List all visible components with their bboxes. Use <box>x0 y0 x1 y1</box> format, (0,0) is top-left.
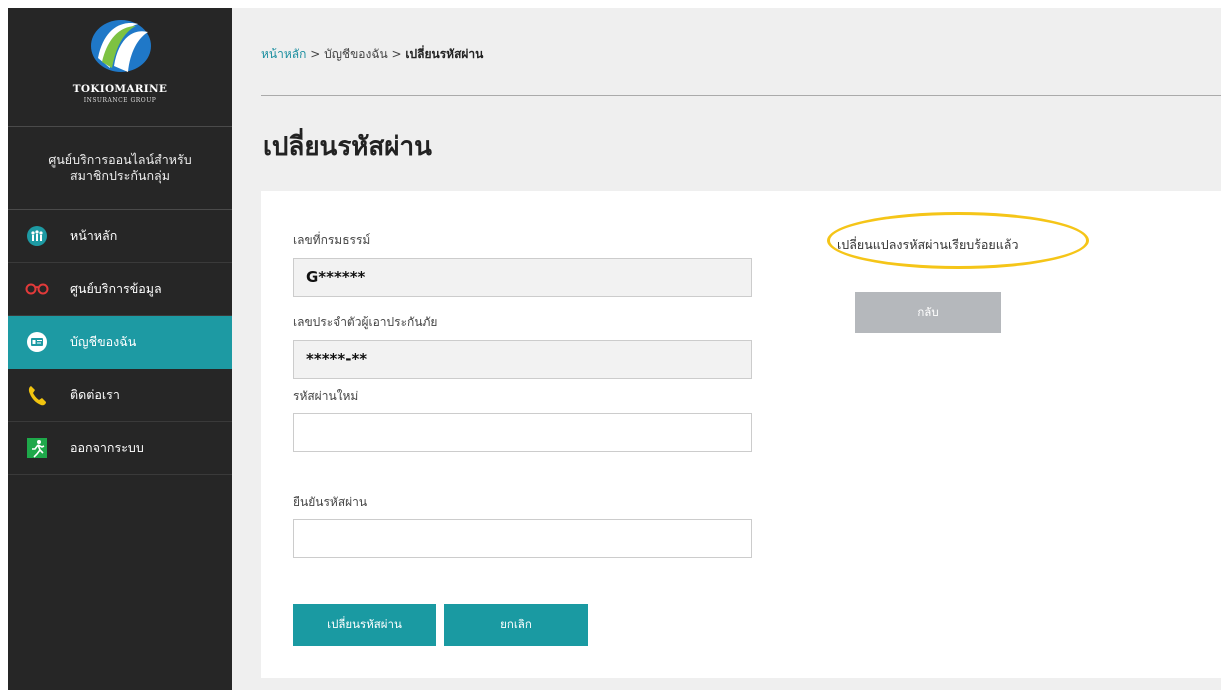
breadcrumb-current: เปลี่ยนรหัสผ่าน <box>405 47 484 61</box>
policy-number-field: G****** <box>293 258 752 297</box>
change-password-card: เลขที่กรมธรรม์ G****** เลขประจำตัวผู้เอา… <box>261 191 1221 678</box>
sidebar-item-label: บัญชีของฉัน <box>70 334 137 349</box>
breadcrumb: หน้าหลัก > บัญชีของฉัน > เปลี่ยนรหัสผ่าน <box>261 45 483 64</box>
confirm-password-input[interactable] <box>293 519 752 558</box>
service-center-title-line2: สมาชิกประกันกลุ่ม <box>70 168 170 183</box>
breadcrumb-home-link[interactable]: หน้าหลัก <box>261 47 306 61</box>
brand-group: INSURANCE GROUP <box>83 97 157 104</box>
glasses-icon <box>24 278 50 300</box>
service-center-title-line1: ศูนย์บริการออนไลน์สำหรับ <box>48 152 192 167</box>
breadcrumb-separator: > <box>387 47 406 61</box>
id-card-icon <box>24 331 50 353</box>
sidebar-item-info-center[interactable]: ศูนย์บริการข้อมูล <box>8 263 232 316</box>
people-icon <box>24 225 50 247</box>
sidebar-item-label: ติดต่อเรา <box>70 387 120 402</box>
new-password-input[interactable] <box>293 413 752 452</box>
insured-id-label: เลขประจำตัวผู้เอาประกันภัย <box>293 315 438 329</box>
sidebar-item-contact[interactable]: ติดต่อเรา <box>8 369 232 422</box>
policy-number-label: เลขที่กรมธรรม์ <box>293 233 371 247</box>
exit-icon <box>24 437 50 459</box>
phone-icon <box>24 384 50 406</box>
success-highlight-ellipse <box>827 212 1089 269</box>
service-center-title: ศูนย์บริการออนไลน์สำหรับ สมาชิกประกันกลุ… <box>8 127 232 209</box>
confirm-password-label: ยืนยันรหัสผ่าน <box>293 495 368 509</box>
sidebar-item-logout[interactable]: ออกจากระบบ <box>8 422 232 475</box>
cancel-button[interactable]: ยกเลิก <box>444 604 588 646</box>
back-button[interactable]: กลับ <box>855 292 1001 333</box>
insured-id-field: *****-** <box>293 340 752 379</box>
brand-name: TOKIOMARINE <box>72 83 168 95</box>
sidebar-item-label: ออกจากระบบ <box>70 440 144 455</box>
page-frame: TOKIOMARINE INSURANCE GROUP ศูนย์บริการอ… <box>8 8 1221 690</box>
sidebar-item-home[interactable]: หน้าหลัก <box>8 210 232 263</box>
sidebar: TOKIOMARINE INSURANCE GROUP ศูนย์บริการอ… <box>8 8 232 690</box>
change-password-button[interactable]: เปลี่ยนรหัสผ่าน <box>293 604 436 646</box>
breadcrumb-divider <box>261 95 1221 96</box>
sidebar-item-label: ศูนย์บริการข้อมูล <box>70 281 162 296</box>
brand-logo[interactable]: TOKIOMARINE INSURANCE GROUP <box>8 8 232 126</box>
tokiomarine-logo-icon <box>91 20 151 72</box>
page-title: เปลี่ยนรหัสผ่าน <box>263 132 432 162</box>
new-password-label: รหัสผ่านใหม่ <box>293 389 359 403</box>
breadcrumb-account-link[interactable]: บัญชีของฉัน <box>324 47 388 61</box>
sidebar-item-my-account[interactable]: บัญชีของฉัน <box>8 316 232 369</box>
breadcrumb-separator: > <box>306 47 325 61</box>
sidebar-item-label: หน้าหลัก <box>70 228 118 243</box>
